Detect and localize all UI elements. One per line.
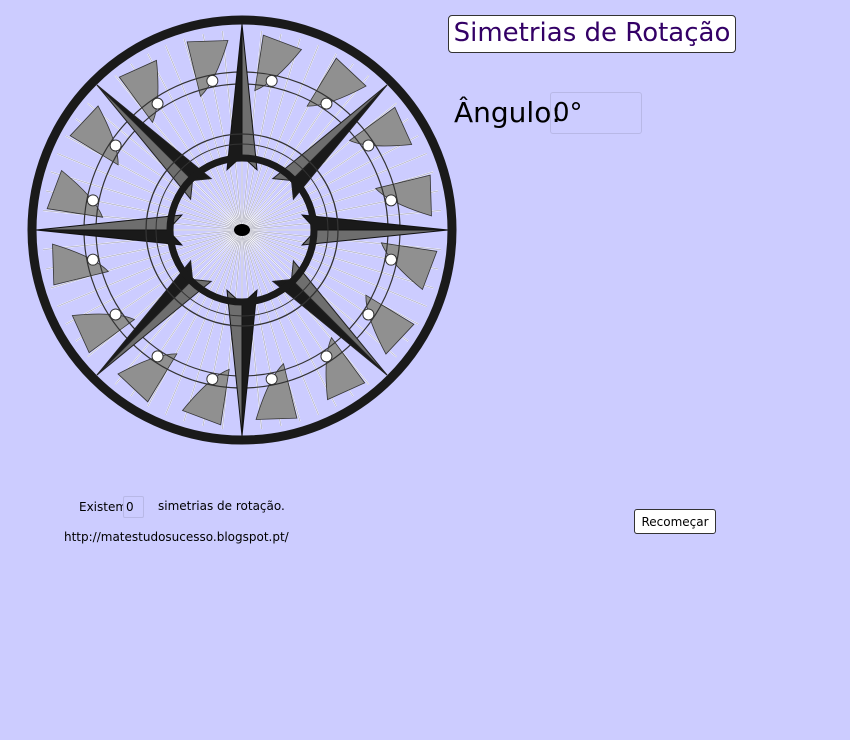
symmetry-prefix: Existem [79, 500, 128, 514]
compass-notch [206, 74, 219, 87]
compass-notch [151, 97, 164, 110]
compass-notch [362, 308, 375, 321]
compass-notch [151, 350, 164, 363]
compass-notch [86, 253, 99, 266]
compass-notch [385, 253, 398, 266]
compass-notch [362, 139, 375, 152]
compass-notch [385, 194, 398, 207]
compass-center [234, 224, 250, 236]
compass-rose-icon[interactable] [22, 10, 462, 450]
compass-notch [320, 97, 333, 110]
compass-notch [206, 373, 219, 386]
restart-button[interactable]: Recomeçar [634, 509, 716, 534]
angle-label: Ângulo: [454, 96, 561, 129]
compass-notch [109, 139, 122, 152]
compass-notch [320, 350, 333, 363]
symmetry-suffix: simetrias de rotação. [158, 499, 285, 513]
symmetry-count-input[interactable] [123, 496, 144, 518]
blog-link[interactable]: http://matestudosucesso.blogspot.pt/ [64, 530, 289, 544]
page-title: Simetrias de Rotação [448, 15, 736, 53]
compass-notch [109, 308, 122, 321]
compass-notch [265, 74, 278, 87]
compass-notch [265, 373, 278, 386]
angle-input[interactable] [550, 92, 642, 134]
compass-notch [86, 194, 99, 207]
